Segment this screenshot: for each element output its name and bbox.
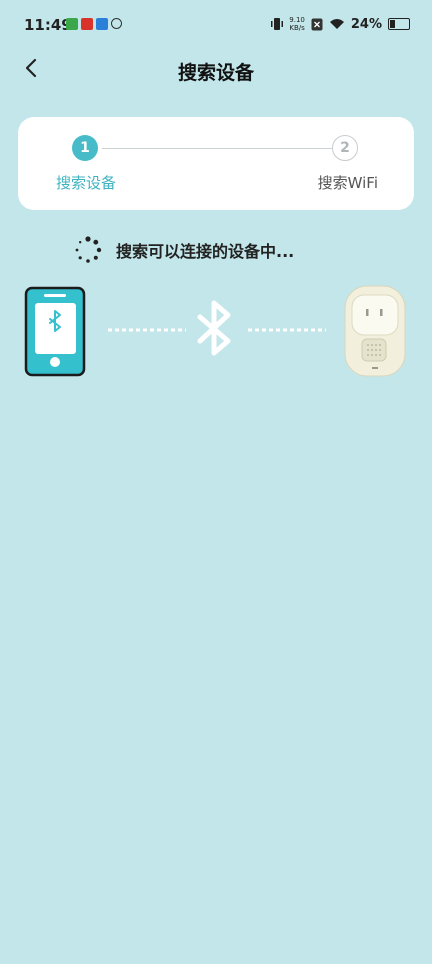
step-2-indicator: 2: [332, 135, 358, 161]
wifi-icon: [329, 19, 344, 29]
status-time: 11:49: [24, 16, 72, 34]
app-notification-icon: [81, 18, 93, 30]
network-speed-value: 9.10: [289, 16, 305, 24]
sim-off-icon: [311, 18, 323, 30]
header: 搜索设备: [0, 50, 432, 88]
network-speed: 9.10 KB/s: [289, 16, 305, 32]
connection-illustration: [24, 285, 406, 377]
notification-icons: [66, 18, 122, 30]
app-notification-icon: [66, 18, 78, 30]
searching-text: 搜索可以连接的设备中...: [116, 242, 295, 261]
stepper-card: 1 2 搜索设备 搜索WiFi: [18, 117, 414, 210]
system-status: 9.10 KB/s 24%: [271, 16, 410, 32]
searching-status: 搜索可以连接的设备中...: [74, 236, 294, 264]
network-speed-unit: KB/s: [289, 24, 305, 32]
page-title: 搜索设备: [177, 62, 254, 84]
smart-device-icon: [344, 285, 406, 377]
step-2-label: 搜索WiFi: [317, 174, 378, 192]
step-1-label: 搜索设备: [56, 174, 117, 192]
status-bar: 11:49 9.10 KB/s 24%: [0, 0, 432, 50]
battery-percent: 24%: [350, 16, 382, 32]
battery-icon: [388, 18, 410, 30]
vibrate-icon: [271, 18, 284, 30]
bluetooth-icon: [197, 300, 231, 356]
app-notification-icon: [96, 18, 108, 30]
step-connector: [102, 148, 332, 149]
phone-icon: [24, 286, 86, 377]
loading-spinner-icon: [75, 236, 102, 263]
app-notification-icon: [111, 18, 122, 29]
step-1-indicator: 1: [72, 135, 98, 161]
